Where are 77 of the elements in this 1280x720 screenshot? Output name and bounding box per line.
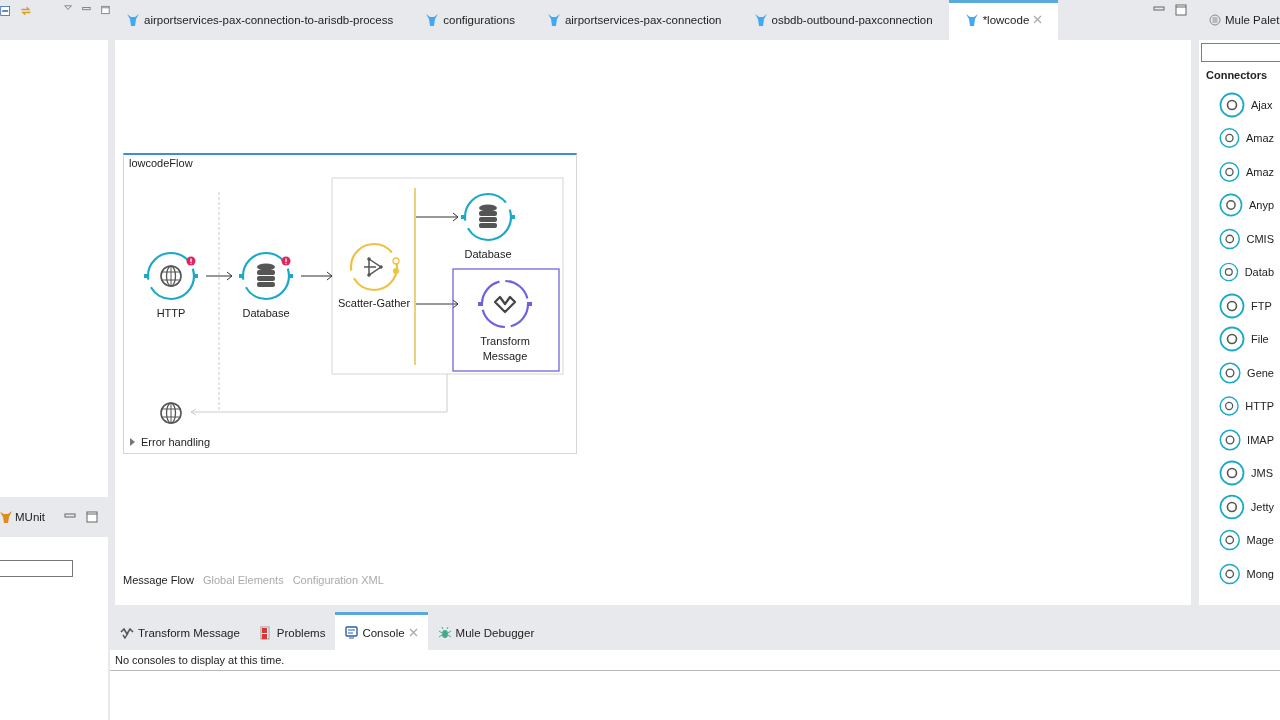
panel-tab[interactable]: Transform Message — [110, 612, 250, 650]
palette-item[interactable]: Mage — [1199, 523, 1280, 557]
bug-icon — [437, 625, 452, 640]
flow-node[interactable]: Database — [461, 192, 515, 260]
connector-icon — [1219, 460, 1245, 487]
flow-node[interactable]: Scatter-Gather — [337, 242, 411, 309]
palette-title: Mule Palet — [1225, 14, 1280, 26]
palette-item[interactable]: Amaz — [1199, 121, 1280, 155]
node-label: Database — [464, 248, 512, 260]
connector-icon — [1219, 426, 1242, 453]
editor-tab[interactable]: osbdb-outbound-paxconnection — [737, 0, 949, 40]
editor-tab[interactable]: airportservices-pax-connection — [530, 0, 738, 40]
problems-icon — [259, 625, 273, 640]
transform-node-icon[interactable] — [478, 279, 532, 329]
palette-item[interactable]: Anyp — [1199, 188, 1280, 222]
close-icon[interactable] — [1033, 15, 1043, 24]
editor-tab[interactable]: configurations — [409, 0, 531, 40]
panel-tab[interactable]: Mule Debugger — [427, 612, 545, 650]
palette-item[interactable]: Datab — [1199, 255, 1280, 289]
panel-tab[interactable]: Console — [335, 612, 428, 650]
node-label: HTTP — [156, 307, 186, 319]
flow-title: lowcodeFlow — [129, 157, 193, 169]
palette-item[interactable]: JMS — [1199, 456, 1280, 490]
flow-node[interactable]: Database — [239, 251, 293, 319]
arrow — [415, 299, 459, 309]
error-handling-label[interactable]: Error handling — [141, 436, 211, 448]
palette-item[interactable]: File — [1199, 322, 1280, 356]
palette-item[interactable]: Amaz — [1199, 155, 1280, 189]
node-label: Scatter-Gather — [337, 297, 411, 309]
panel-tab[interactable]: Problems — [249, 612, 336, 650]
arrow — [205, 271, 233, 281]
globe-icon — [160, 402, 182, 424]
menu-icon[interactable] — [1209, 14, 1221, 26]
input-field[interactable] — [0, 560, 73, 577]
node-label: Transform Message — [480, 335, 530, 362]
palette-item[interactable]: HTTP — [1199, 389, 1280, 423]
section-heading: Connectors — [1205, 68, 1269, 83]
maximize-icon[interactable] — [1175, 4, 1187, 16]
console-icon — [345, 626, 359, 639]
search-field[interactable] — [1201, 43, 1280, 62]
palette-item[interactable]: Mong — [1199, 557, 1280, 591]
transform-icon — [120, 626, 134, 639]
palette-item[interactable]: Jetty — [1199, 490, 1280, 524]
flow-node[interactable]: HTTP — [144, 251, 198, 319]
panel-title: MUnit — [15, 511, 46, 523]
editor-tab[interactable]: airportservices-pax-connection-to-arisdb-process — [110, 0, 410, 40]
arrow — [300, 271, 333, 281]
http-node-icon[interactable] — [144, 251, 198, 301]
collapse-icon[interactable] — [0, 4, 11, 18]
palette-item[interactable]: CMIS — [1199, 222, 1280, 256]
connector-icon — [1219, 326, 1245, 353]
chevron-down-icon[interactable] — [64, 4, 73, 12]
close-icon[interactable] — [408, 628, 418, 637]
view-tab[interactable]: Message Flow — [123, 574, 194, 586]
palette-item[interactable]: Ajax — [1199, 88, 1280, 122]
palette-item[interactable]: Gene — [1199, 356, 1280, 390]
palette-item[interactable]: FTP — [1199, 289, 1280, 323]
database-node-icon[interactable] — [461, 192, 515, 242]
error-icon — [281, 256, 291, 266]
console-message: No consoles to display at this time. — [110, 650, 1280, 671]
connector-icon — [1219, 192, 1243, 219]
minimize-icon[interactable] — [64, 511, 76, 521]
flow-node[interactable]: Transform Message — [452, 268, 560, 372]
connector-icon — [1219, 91, 1245, 118]
connector-icon — [1219, 493, 1245, 520]
editor-tab[interactable]: *lowcode — [948, 0, 1059, 40]
maximize-icon[interactable] — [101, 4, 110, 16]
error-icon — [186, 256, 196, 266]
minimize-icon[interactable] — [1153, 4, 1165, 14]
connector-icon — [1219, 292, 1245, 319]
database-node-icon[interactable] — [239, 251, 293, 301]
maximize-icon[interactable] — [86, 511, 98, 523]
scatter-node-icon[interactable] — [349, 242, 400, 292]
palette-item[interactable]: IMAP — [1199, 423, 1280, 457]
node-label: Database — [242, 307, 290, 319]
arrow — [415, 212, 459, 222]
expand-icon[interactable] — [130, 438, 135, 446]
